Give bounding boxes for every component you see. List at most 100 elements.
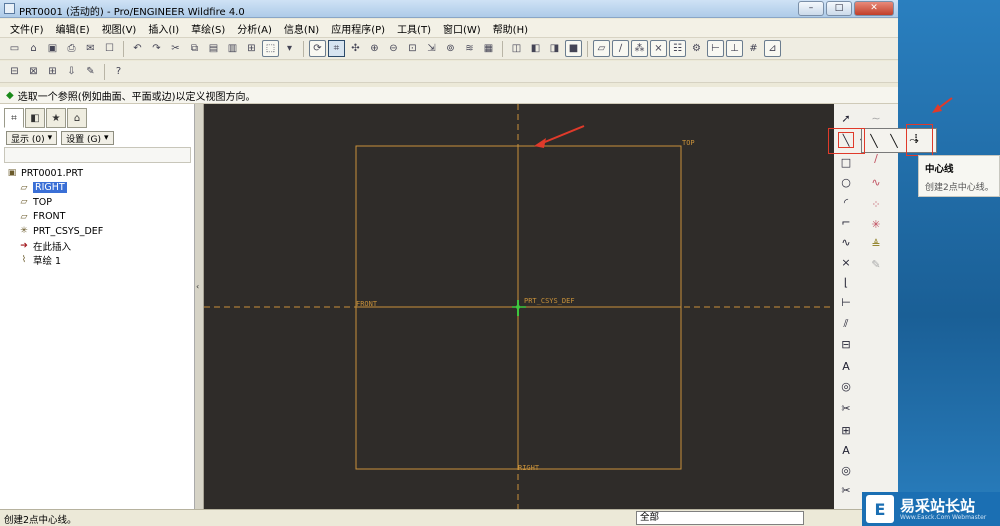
tree-item[interactable]: ▱ RIGHT (6, 181, 190, 196)
save-icon[interactable]: ▣ (44, 40, 61, 57)
parameters-icon[interactable]: ⊠ (25, 63, 42, 80)
panel-splitter[interactable]: ‹ (195, 104, 204, 509)
constraints-icon[interactable]: ⊥ (726, 40, 743, 57)
redo-icon[interactable]: ↷ (148, 40, 165, 57)
tree-item[interactable]: ⌇ 草绘 1 (6, 253, 190, 268)
menu-applications[interactable]: 应用程序(P) (325, 21, 391, 36)
construction-csys-icon[interactable]: ✳ (868, 216, 884, 232)
menu-analysis[interactable]: 分析(A) (231, 21, 278, 36)
display-dropdown-button[interactable]: 显示 (0) ▾ (6, 131, 58, 145)
tree-filter-row[interactable] (4, 147, 191, 163)
menu-help[interactable]: 帮助(H) (487, 21, 534, 36)
centerline-button-highlight[interactable] (906, 124, 933, 156)
select-arrow-icon[interactable]: ➚ (838, 110, 854, 126)
zoom-in-icon[interactable]: ⊕ (366, 40, 383, 57)
mirror-icon[interactable]: ⊞ (243, 40, 260, 57)
menu-sketch[interactable]: 草绘(S) (185, 21, 231, 36)
text-secondary-icon[interactable]: A (838, 442, 854, 458)
hidden-line-icon[interactable]: ◧ (527, 40, 544, 57)
arc-icon[interactable]: ◜ (838, 194, 854, 210)
undo-icon[interactable]: ↶ (129, 40, 146, 57)
point-icon[interactable]: × (838, 254, 854, 270)
tangent-line-icon[interactable]: ╲ (886, 132, 902, 150)
import-icon[interactable]: ⇩ (63, 63, 80, 80)
menu-insert[interactable]: 插入(I) (142, 21, 185, 36)
menu-edit[interactable]: 编辑(E) (50, 21, 96, 36)
settings-dropdown-button[interactable]: 设置 (G) ▾ (61, 131, 114, 145)
copy-icon[interactable]: ⧉ (186, 40, 203, 57)
tab-web[interactable]: ⌂ (67, 108, 87, 128)
graphics-canvas[interactable]: TOP FRONT PRT_CSYS_DEF RIGHT (204, 104, 834, 509)
palette-secondary-icon[interactable]: ◎ (838, 462, 854, 478)
tab-folder-browser[interactable]: ◧ (25, 108, 45, 128)
close-button[interactable]: ✕ (854, 1, 894, 16)
maximize-button[interactable]: □ (826, 1, 852, 16)
tree-item[interactable]: ▣ PRT0001.PRT (6, 166, 190, 181)
menu-info[interactable]: 信息(N) (278, 21, 325, 36)
annotation-icon[interactable]: ☷ (669, 40, 686, 57)
dropdown-chevron-icon[interactable]: ▾ (281, 40, 298, 57)
sketch-tool-icon[interactable]: ✎ (82, 63, 99, 80)
datum-axes-icon[interactable]: ∕ (612, 40, 629, 57)
dimension-icon[interactable]: ⊢ (838, 294, 854, 310)
menu-file[interactable]: 文件(F) (4, 21, 50, 36)
trim-icon[interactable]: ✂ (838, 400, 854, 416)
datum-planes-icon[interactable]: ▱ (593, 40, 610, 57)
layers-icon[interactable]: ≋ (461, 40, 478, 57)
tree-item[interactable]: ▱ FRONT (6, 210, 190, 225)
refit-icon[interactable]: ⊡ (404, 40, 421, 57)
datum-points-icon[interactable]: ⁂ (631, 40, 648, 57)
menu-view[interactable]: 视图(V) (96, 21, 143, 36)
wireframe-icon[interactable]: ◫ (508, 40, 525, 57)
dimensions-icon[interactable]: ⊢ (707, 40, 724, 57)
trim-secondary-icon[interactable]: ✂ (838, 482, 854, 498)
construction-point-icon[interactable]: ⁘ (868, 196, 884, 212)
context-help-icon[interactable]: ? (110, 63, 127, 80)
rectangle-icon[interactable]: □ (838, 154, 854, 170)
geometry-icon[interactable]: ≜ (868, 236, 884, 252)
text-icon[interactable]: A (838, 358, 854, 374)
menu-window[interactable]: 窗口(W) (437, 21, 487, 36)
regenerate-icon[interactable]: ⟳ (309, 40, 326, 57)
minimize-button[interactable]: – (798, 1, 824, 16)
zoom-out-icon[interactable]: ⊖ (385, 40, 402, 57)
csys-display-icon[interactable]: ⨯ (650, 40, 667, 57)
grid-icon[interactable]: # (745, 40, 762, 57)
tab-favorites[interactable]: ★ (46, 108, 66, 128)
collapse-arrow-icon[interactable]: ‹ (196, 282, 199, 291)
paste-icon[interactable]: ▤ (205, 40, 222, 57)
model-tree-icon[interactable]: ⌗ (328, 40, 345, 57)
paste-special-icon[interactable]: ▥ (224, 40, 241, 57)
centerline-icon[interactable]: ⁞ (914, 132, 918, 147)
new-icon[interactable]: ▭ (6, 40, 23, 57)
tab-model-tree[interactable]: ⌗ (4, 108, 24, 128)
tree-item[interactable]: ✳ PRT_CSYS_DEF (6, 224, 190, 239)
select-box-icon[interactable]: ⬚ (262, 40, 279, 57)
reorient-icon[interactable]: ⇲ (423, 40, 440, 57)
analysis-icon[interactable]: ⚙ (688, 40, 705, 57)
mirror-icon[interactable]: ⊞ (838, 422, 854, 438)
view-manager-icon[interactable]: ▦ (480, 40, 497, 57)
circle-icon[interactable]: ○ (838, 174, 854, 190)
print-icon[interactable]: ⎙ (63, 40, 80, 57)
menu-tools[interactable]: 工具(T) (391, 21, 437, 36)
open-icon[interactable]: ⌂ (25, 40, 42, 57)
shading-icon[interactable]: ■ (565, 40, 582, 57)
use-edge-icon[interactable]: ⌊ (838, 274, 854, 290)
tree-item[interactable]: ➔ 在此插入 (6, 239, 190, 254)
construction-spline-icon[interactable]: ∿ (868, 174, 884, 190)
palette-icon[interactable]: ◎ (838, 378, 854, 394)
constraints-icon[interactable]: ⊟ (838, 336, 854, 352)
relations-icon[interactable]: ⊟ (6, 63, 23, 80)
tree-item[interactable]: ▱ TOP (6, 195, 190, 210)
filter-select[interactable]: 全部 (636, 511, 804, 525)
modify-icon[interactable]: ⫽ (838, 316, 854, 332)
cut-icon[interactable]: ✂ (167, 40, 184, 57)
mail-icon[interactable]: ☐ (101, 40, 118, 57)
send-icon[interactable]: ✉ (82, 40, 99, 57)
spline-icon[interactable]: ∿ (838, 234, 854, 250)
family-table-icon[interactable]: ⊞ (44, 63, 61, 80)
spin-center-icon[interactable]: ✣ (347, 40, 364, 57)
vertices-icon[interactable]: ⊿ (764, 40, 781, 57)
saved-views-icon[interactable]: ⊚ (442, 40, 459, 57)
